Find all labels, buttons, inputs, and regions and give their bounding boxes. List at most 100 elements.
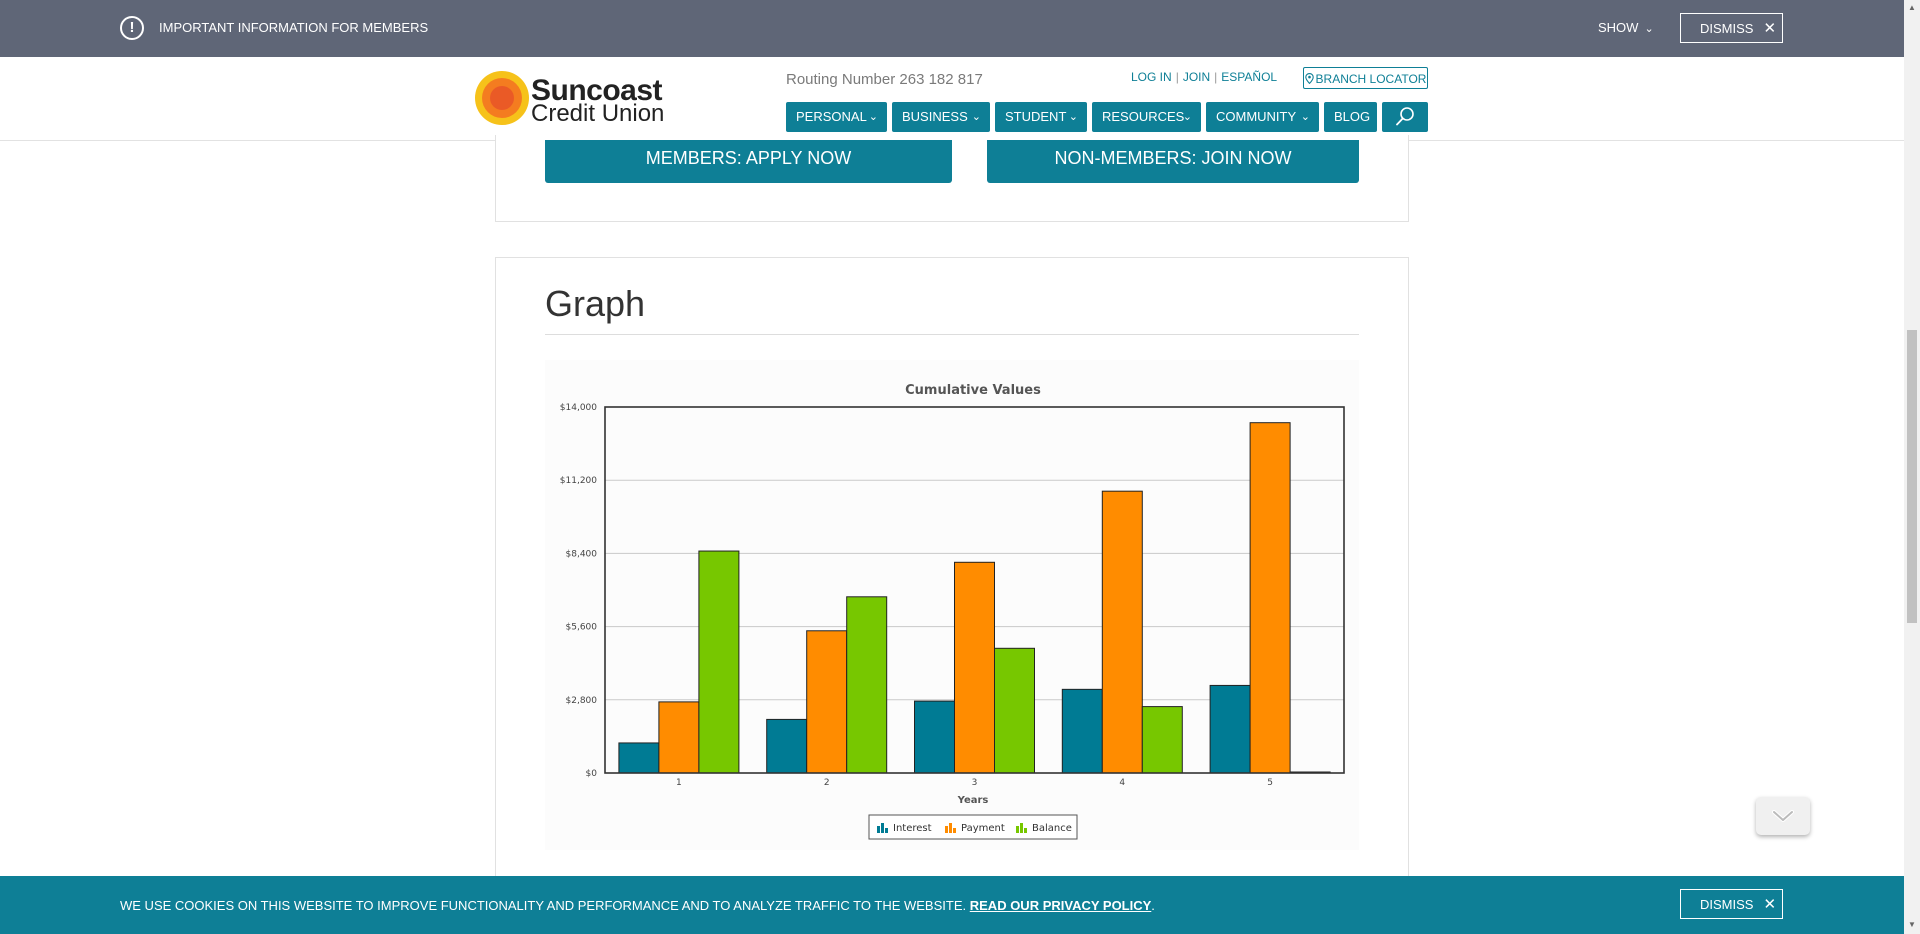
chart-title: Cumulative Values — [905, 383, 1041, 398]
non-members-join-button[interactable]: NON-MEMBERS: JOIN NOW — [987, 140, 1359, 183]
nav-student[interactable]: STUDENT ⌄ — [995, 102, 1087, 132]
close-icon: ✕ — [1763, 20, 1777, 37]
x-tick-label: 1 — [676, 778, 682, 788]
nav-resources-label: RESOURCES — [1102, 109, 1185, 124]
heading-divider — [545, 334, 1359, 335]
legend-swatch-icon — [1016, 826, 1019, 833]
chevron-down-icon — [1772, 810, 1794, 822]
cumulative-values-chart: Cumulative Values $0 $2,800 $5,600 $8,400 $1… — [545, 360, 1359, 850]
link-divider: | — [1175, 70, 1179, 84]
cookie-text: WE USE COOKIES ON THIS WEBSITE TO IMPROV… — [120, 898, 967, 913]
bar-interest — [766, 718, 808, 774]
dismiss-label: DISMISS — [1700, 897, 1754, 912]
alert-bar: ! IMPORTANT INFORMATION FOR MEMBERS SHOW… — [0, 0, 1904, 57]
logo-subtext[interactable]: Credit Union — [531, 100, 664, 128]
bar-payment — [806, 630, 848, 774]
cookie-banner: WE USE COOKIES ON THIS WEBSITE TO IMPROV… — [0, 876, 1904, 934]
chevron-down-icon: ⌄ — [1068, 111, 1078, 123]
search-icon — [1396, 107, 1414, 126]
privacy-policy-link[interactable]: READ OUR PRIVACY POLICY — [970, 898, 1152, 913]
nav-resources[interactable]: RESOURCES ⌄ — [1092, 102, 1201, 132]
graph-heading: Graph — [545, 283, 646, 324]
legend-swatch-icon — [1024, 828, 1027, 833]
log-in-link[interactable]: LOG IN — [1131, 70, 1172, 84]
scrollbar-thumb[interactable] — [1907, 330, 1917, 623]
legend-swatch-icon — [881, 823, 884, 833]
scroll-down-button[interactable] — [1756, 797, 1810, 835]
sun-logo-icon[interactable] — [475, 71, 529, 125]
nav-business-label: BUSINESS — [902, 109, 968, 124]
y-tick-label: $8,400 — [566, 549, 598, 559]
bar-payment — [1101, 490, 1143, 774]
nav-community[interactable]: COMMUNITY ⌄ — [1206, 102, 1319, 132]
legend-swatch-icon — [945, 826, 948, 833]
x-axis-label: Years — [957, 795, 989, 806]
nav-community-label: COMMUNITY — [1216, 109, 1297, 124]
link-divider: | — [1214, 70, 1218, 84]
chevron-down-icon: ⌄ — [971, 111, 981, 123]
cookie-message: WE USE COOKIES ON THIS WEBSITE TO IMPROV… — [120, 898, 1155, 913]
site-header: Suncoast Credit Union Routing Number 263… — [0, 57, 1904, 141]
legend-swatch-icon — [885, 828, 888, 833]
bar-balance — [994, 647, 1035, 774]
map-pin-icon — [1304, 73, 1314, 85]
x-tick-label: 5 — [1267, 778, 1273, 788]
close-icon: ✕ — [1763, 896, 1777, 913]
legend-swatch-icon — [953, 828, 956, 833]
nav-student-label: STUDENT — [1005, 109, 1067, 124]
nav-blog[interactable]: BLOG — [1324, 102, 1377, 132]
y-tick-label: $11,200 — [560, 476, 597, 486]
members-apply-button[interactable]: MEMBERS: APPLY NOW — [545, 140, 952, 183]
legend-swatch-icon — [1020, 823, 1023, 833]
bar-payment — [658, 701, 700, 774]
show-label: SHOW — [1598, 20, 1639, 35]
espanol-link[interactable]: ESPAÑOL — [1221, 70, 1277, 84]
bar-payment — [1249, 422, 1291, 774]
chevron-down-icon: ⌄ — [868, 111, 878, 123]
scroll-up-arrow-icon[interactable]: ▲ — [1908, 3, 1916, 12]
search-button[interactable] — [1382, 102, 1428, 132]
bar-balance — [1141, 706, 1183, 774]
routing-number: Routing Number 263 182 817 — [786, 71, 983, 88]
bar-interest — [1209, 684, 1251, 774]
bar-balance — [698, 550, 740, 774]
scroll-down-arrow-icon[interactable]: ▼ — [1908, 920, 1916, 929]
alert-dismiss-button[interactable]: DISMISS ✕ — [1680, 13, 1783, 43]
nav-business[interactable]: BUSINESS ⌄ — [892, 102, 990, 132]
bar-interest — [1061, 688, 1103, 774]
top-links: LOG IN | JOIN | ESPAÑOL — [1131, 70, 1277, 84]
nav-personal-label: PERSONAL — [796, 109, 867, 124]
show-button[interactable]: SHOW ⌄ — [1598, 20, 1654, 35]
chevron-down-icon: ⌄ — [1300, 111, 1310, 123]
x-tick-label: 2 — [824, 778, 830, 788]
legend-label: Balance — [1032, 823, 1072, 834]
cookie-dismiss-button[interactable]: DISMISS ✕ — [1680, 889, 1783, 919]
y-tick-label: $5,600 — [566, 623, 598, 633]
bar-interest — [914, 700, 955, 774]
alert-icon: ! — [120, 16, 144, 40]
legend-swatch-icon — [877, 826, 880, 833]
nav-blog-label: BLOG — [1334, 109, 1371, 124]
x-tick-label: 3 — [972, 778, 978, 788]
chevron-down-icon: ⌄ — [1182, 111, 1192, 123]
x-tick-label: 4 — [1119, 778, 1125, 788]
legend-label: Interest — [893, 823, 932, 834]
dismiss-label: DISMISS — [1700, 21, 1754, 36]
cookie-period: . — [1151, 898, 1155, 913]
bar-interest — [618, 742, 660, 774]
chart-legend: Interest Payment Balance — [868, 814, 1078, 840]
nav-personal[interactable]: PERSONAL ⌄ — [786, 102, 887, 132]
bar-payment — [954, 561, 995, 774]
branch-locator-button[interactable]: BRANCH LOCATOR — [1303, 67, 1428, 89]
legend-label: Payment — [961, 823, 1005, 834]
y-tick-label: $0 — [586, 769, 598, 779]
page-scrollbar[interactable]: ▲ ▼ — [1904, 0, 1920, 934]
legend-swatch-icon — [949, 823, 952, 833]
branch-locator-label: BRANCH LOCATOR — [1315, 72, 1427, 86]
y-tick-label: $14,000 — [560, 403, 597, 413]
join-link[interactable]: JOIN — [1183, 70, 1210, 84]
bar-balance — [846, 596, 888, 774]
alert-text: IMPORTANT INFORMATION FOR MEMBERS — [159, 20, 429, 35]
chevron-down-icon: ⌄ — [1644, 23, 1654, 35]
chart-background — [545, 360, 1359, 850]
